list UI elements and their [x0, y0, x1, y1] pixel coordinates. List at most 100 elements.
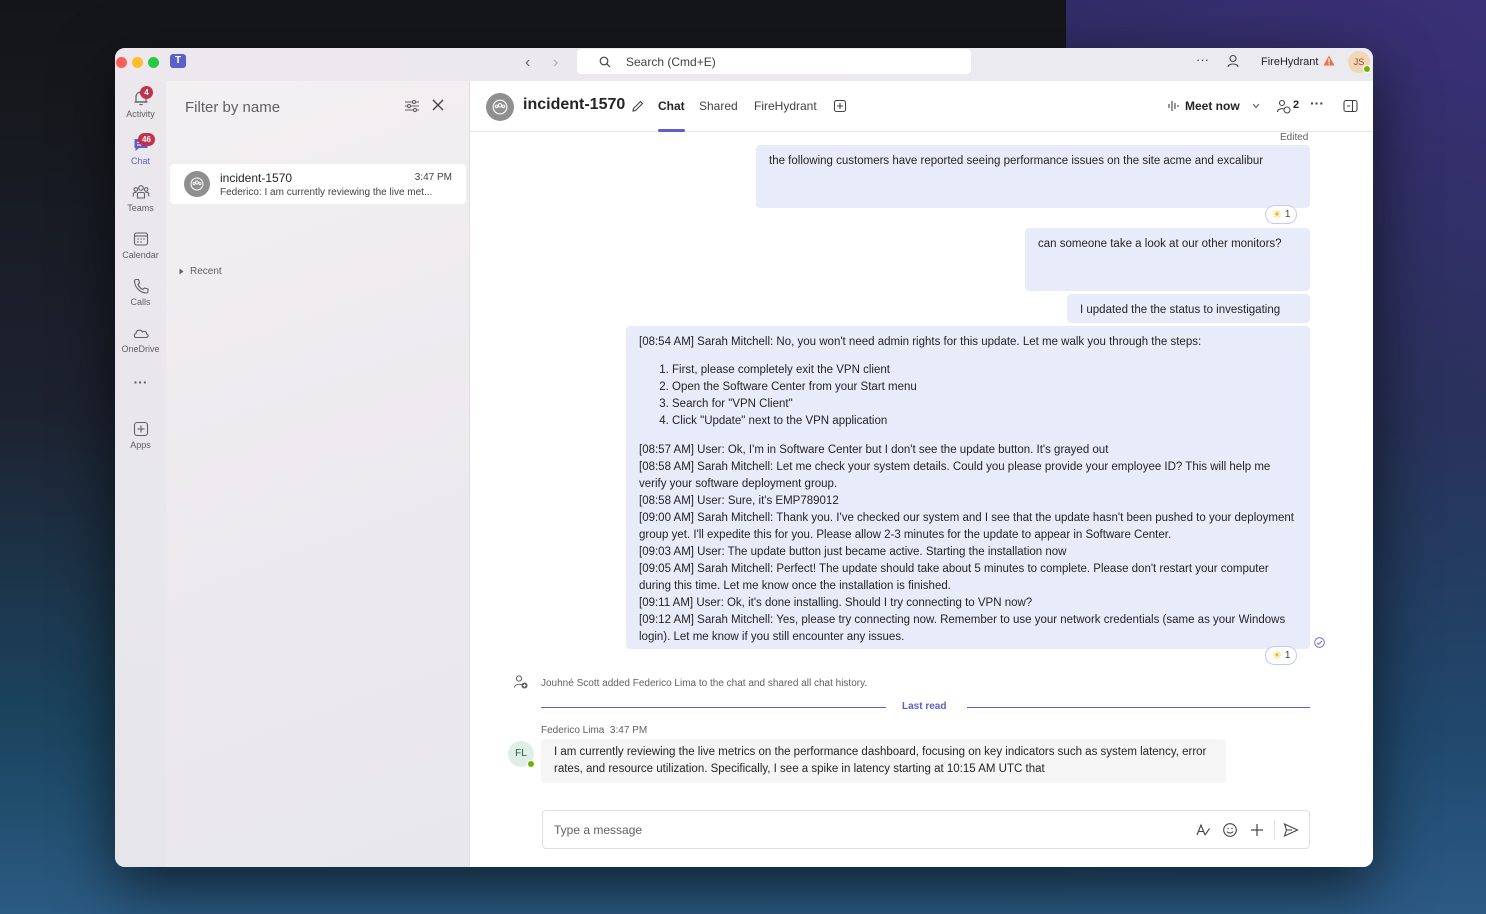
app-rail: 4 Activity 46 Chat Teams Calendar Calls …: [115, 81, 166, 867]
message-time: 3:47 PM: [609, 725, 648, 736]
message-author: Federico Lima: [541, 725, 605, 736]
recent-label: Recent: [190, 266, 222, 277]
apps-icon: [133, 421, 148, 437]
transcript-line: [09:00 AM] Sarah Mitchell: Thank you. I'…: [639, 512, 1294, 541]
open-side-panel-icon[interactable]: [1343, 99, 1358, 113]
last-read-divider-right: [967, 707, 1310, 708]
rail-label: Chat: [130, 156, 150, 166]
participant-count: 2: [1293, 99, 1300, 111]
rail-label: Apps: [130, 440, 151, 450]
teams-logo-icon: T: [170, 54, 186, 68]
message-thread: Edited the following customers have repo…: [470, 132, 1373, 783]
reaction-count: 1: [1284, 209, 1291, 220]
rail-label: Calendar: [122, 250, 159, 260]
participants-icon[interactable]: [1276, 98, 1292, 114]
cloud-icon: [133, 329, 149, 339]
reaction-count: 1: [1284, 650, 1291, 661]
chat-item-preview: Federico: I am currently reviewing the l…: [220, 187, 433, 198]
last-read-label: Last read: [902, 701, 947, 712]
search-placeholder: Search (Cmd+E): [626, 54, 716, 69]
incoming-message-bubble[interactable]: I am currently reviewing the live metric…: [541, 739, 1226, 783]
edit-pencil-icon[interactable]: [631, 99, 645, 113]
teams-window: T ‹ › Search (Cmd+E) ··· FireHydrant JS …: [115, 48, 1373, 867]
search-input[interactable]: Search (Cmd+E): [577, 49, 971, 74]
transcript-intro: [08:54 AM] Sarah Mitchell: No, you won't…: [639, 336, 1202, 348]
message-bubble[interactable]: can someone take a look at our other mon…: [1025, 228, 1310, 291]
more-apps-icon[interactable]: ···: [115, 374, 166, 390]
close-window-button[interactable]: [116, 57, 127, 68]
title-bar: T ‹ › Search (Cmd+E) ··· FireHydrant JS: [115, 48, 1373, 81]
filter-by-name-input[interactable]: Filter by name: [185, 99, 280, 116]
chat-group-avatar-icon[interactable]: [486, 93, 514, 121]
rail-item-onedrive[interactable]: OneDrive: [115, 324, 166, 354]
rail-label: Teams: [127, 203, 154, 213]
add-attachment-icon[interactable]: [1249, 822, 1265, 838]
tab-shared[interactable]: Shared: [699, 99, 738, 113]
close-filter-icon[interactable]: [432, 99, 444, 111]
transcript-steps: First, please completely exit the VPN cl…: [639, 362, 1297, 430]
transcript-line: [08:57 AM] User: Ok, I'm in Software Cen…: [639, 444, 1109, 456]
step-item: First, please completely exit the VPN cl…: [672, 362, 1297, 379]
transcript-line: [08:58 AM] Sarah Mitchell: Let me check …: [639, 461, 1271, 490]
forward-arrow-icon[interactable]: ›: [553, 54, 558, 72]
compose-divider: [1274, 820, 1275, 840]
filter-sliders-icon[interactable]: [404, 98, 420, 114]
calendar-icon: [133, 232, 148, 246]
back-arrow-icon[interactable]: ‹: [525, 54, 530, 72]
emoji-icon[interactable]: [1222, 822, 1238, 838]
zoom-window-button[interactable]: [148, 57, 159, 68]
chat-item-incident-1570[interactable]: incident-1570 3:47 PM Federico: I am cur…: [170, 164, 466, 204]
reaction-pill[interactable]: ☀ 1: [1265, 646, 1298, 665]
rail-item-teams[interactable]: Teams: [115, 183, 166, 213]
edited-label: Edited: [1280, 132, 1309, 143]
message-text: I updated the the status to investigatin…: [1080, 304, 1281, 316]
presence-available-icon: [527, 760, 535, 768]
tab-firehydrant[interactable]: FireHydrant: [754, 99, 817, 113]
chevron-down-icon[interactable]: [1252, 103, 1260, 109]
send-icon[interactable]: [1283, 822, 1299, 838]
reaction-pill[interactable]: ☀ 1: [1265, 205, 1298, 224]
message-bubble[interactable]: I updated the the status to investigatin…: [1067, 294, 1310, 323]
rail-label: OneDrive: [121, 344, 160, 354]
format-text-icon[interactable]: [1195, 822, 1211, 838]
add-tab-icon[interactable]: [833, 99, 847, 113]
rail-item-calls[interactable]: Calls: [115, 277, 166, 307]
rail-item-activity[interactable]: 4 Activity: [115, 86, 166, 119]
rail-item-apps[interactable]: Apps: [115, 420, 166, 450]
compose-box[interactable]: Type a message: [542, 810, 1310, 849]
rail-item-chat[interactable]: 46 Chat: [115, 133, 166, 166]
sun-emoji-icon: ☀: [1272, 650, 1282, 662]
presence-available-icon: [1363, 65, 1371, 73]
message-input[interactable]: Type a message: [554, 823, 642, 837]
meet-now-button[interactable]: Meet now: [1185, 99, 1240, 113]
org-name[interactable]: FireHydrant: [1261, 56, 1318, 68]
chat-title: incident-1570: [523, 96, 626, 113]
chat-main-pane: incident-1570 Chat Shared FireHydrant Me…: [470, 81, 1373, 867]
message-bubble[interactable]: the following customers have reported se…: [756, 145, 1310, 208]
chat-badge: 46: [138, 133, 155, 146]
minimize-window-button[interactable]: [132, 57, 143, 68]
rail-label: Calls: [130, 297, 151, 307]
transcript-line: [09:11 AM] User: Ok, it's done installin…: [639, 597, 1033, 609]
person-added-icon: [514, 675, 528, 689]
tab-chat[interactable]: Chat: [658, 99, 685, 113]
group-avatar-icon: [184, 171, 210, 197]
message-meta: Federico Lima 3:47 PM: [541, 725, 647, 736]
teams-icon: [132, 185, 149, 199]
step-item: Search for "VPN Client": [672, 396, 1297, 413]
phone-icon: [133, 278, 149, 294]
rail-item-calendar[interactable]: Calendar: [115, 230, 166, 260]
step-item: Click "Update" next to the VPN applicati…: [672, 413, 1297, 430]
transcript-line: [09:05 AM] Sarah Mitchell: Perfect! The …: [639, 563, 1269, 592]
chat-header: incident-1570 Chat Shared FireHydrant Me…: [470, 81, 1373, 132]
sun-emoji-icon: ☀: [1272, 209, 1282, 221]
chat-item-name: incident-1570: [220, 171, 293, 185]
message-bubble-transcript[interactable]: [08:54 AM] Sarah Mitchell: No, you won't…: [626, 326, 1310, 649]
caret-right-icon: [179, 268, 184, 275]
chat-more-options-icon[interactable]: ···: [1310, 95, 1324, 111]
chat-list-pane: Filter by name Pinned incident-1570 3:47…: [166, 81, 470, 867]
more-options-icon[interactable]: ···: [1196, 52, 1209, 67]
people-settings-icon[interactable]: [1227, 54, 1241, 68]
last-read-divider-left: [541, 707, 886, 708]
recent-section-header[interactable]: Recent: [178, 266, 222, 277]
